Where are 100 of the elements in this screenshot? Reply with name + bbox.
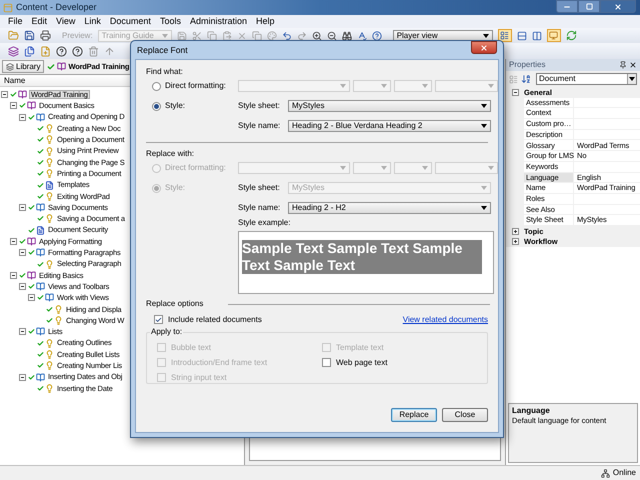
- stack-icon: [6, 62, 14, 70]
- caret-icon: [481, 104, 487, 108]
- collapse-icon[interactable]: [19, 114, 26, 121]
- style-name-dropdown[interactable]: Heading 2 - H2: [288, 202, 491, 214]
- view-button[interactable]: [498, 29, 512, 42]
- close-button[interactable]: [600, 0, 636, 13]
- sort-icon[interactable]: [521, 74, 531, 84]
- book-icon: [36, 248, 45, 258]
- minimize-button[interactable]: [556, 0, 578, 13]
- undo-icon[interactable]: [282, 30, 292, 40]
- color-dropdown[interactable]: [435, 80, 498, 92]
- book-icon: [27, 101, 36, 110]
- checkbox-label: Include related documents: [168, 316, 262, 324]
- radio-button[interactable]: [152, 102, 161, 110]
- help-icon[interactable]: [56, 46, 67, 56]
- radio-label: Style:: [165, 184, 186, 192]
- menu-item[interactable]: Help: [256, 17, 274, 26]
- section-label: Replace options: [146, 300, 204, 308]
- collapse-icon[interactable]: [1, 91, 8, 98]
- collapse-icon[interactable]: [19, 328, 26, 336]
- close-button[interactable]: [471, 41, 497, 54]
- radio-label: Style:: [165, 102, 186, 110]
- menu-item[interactable]: Administration: [190, 17, 247, 26]
- menu-item[interactable]: Tools: [160, 17, 181, 26]
- checkbox-label: Web page text: [336, 358, 388, 366]
- palette-icon[interactable]: [266, 30, 277, 40]
- menu-item[interactable]: View: [56, 17, 76, 26]
- redo-icon[interactable]: [296, 30, 307, 40]
- close-icon: [480, 44, 488, 52]
- book-icon: [27, 237, 36, 246]
- save-icon[interactable]: [176, 30, 187, 40]
- zoom-in-icon[interactable]: [312, 30, 322, 40]
- pin-icon[interactable]: [619, 61, 627, 69]
- caret-icon: [422, 166, 428, 170]
- category-dropdown[interactable]: Document: [536, 73, 637, 85]
- help-icon[interactable]: [372, 30, 382, 40]
- collapse-icon[interactable]: [19, 204, 26, 212]
- caret-icon: [482, 34, 489, 38]
- menu-item[interactable]: Edit: [32, 17, 48, 26]
- sample-text: Sample Text Sample Text Sample Text Sample Text: [242, 240, 482, 274]
- color-dropdown[interactable]: [435, 162, 498, 174]
- topic-icon: [45, 260, 54, 269]
- style-name-dropdown[interactable]: Heading 2 - Blue Verdana Heading 2: [288, 120, 491, 132]
- checkbox[interactable]: [322, 358, 331, 367]
- panel-title: Properties: [509, 61, 546, 69]
- close-icon[interactable]: [629, 61, 637, 69]
- expand-icon[interactable]: [512, 238, 518, 246]
- topic-icon: [45, 124, 54, 134]
- connection-status: Online: [612, 469, 636, 477]
- caret-icon: [629, 77, 635, 81]
- printer-icon[interactable]: [40, 30, 51, 41]
- library-tab[interactable]: Library: [2, 60, 44, 73]
- menu-item[interactable]: Link: [84, 17, 101, 26]
- book-icon: [27, 270, 36, 280]
- rows-icon[interactable]: [516, 30, 527, 40]
- pages-icon[interactable]: [24, 46, 35, 56]
- zoom-out-icon[interactable]: [326, 30, 337, 40]
- delete-icon[interactable]: [236, 30, 247, 40]
- maximize-button[interactable]: [578, 0, 600, 13]
- radio-button[interactable]: [152, 82, 161, 90]
- collapse-icon[interactable]: [10, 272, 17, 279]
- checkbox-label: String input text: [171, 374, 227, 382]
- collapse-icon[interactable]: [512, 88, 518, 96]
- properties-button[interactable]: [546, 29, 561, 42]
- checkbox-label: Template text: [336, 344, 384, 352]
- binoculars-icon[interactable]: [342, 30, 352, 40]
- close-dialog-button[interactable]: Close: [442, 408, 488, 422]
- menu-item[interactable]: Document: [110, 17, 151, 26]
- section-label: Replace with:: [146, 150, 196, 158]
- replace-button[interactable]: Replace: [391, 408, 437, 422]
- menu-item[interactable]: File: [8, 17, 23, 26]
- topic-icon: [45, 350, 54, 359]
- columns-icon[interactable]: [532, 30, 542, 40]
- caret-icon: [422, 84, 428, 88]
- collapse-icon[interactable]: [19, 374, 26, 381]
- stack-icon[interactable]: [8, 46, 19, 56]
- scissors-icon[interactable]: [192, 30, 202, 40]
- description-title: Language: [512, 407, 551, 415]
- status-check-icon: [47, 62, 56, 70]
- field-label: Style name:: [238, 204, 282, 212]
- checkbox[interactable]: [154, 315, 163, 324]
- topic-icon: [54, 304, 63, 314]
- view-dropdown[interactable]: Player view: [392, 30, 493, 42]
- collapse-icon[interactable]: [28, 294, 35, 302]
- help-menu-icon[interactable]: [72, 46, 83, 56]
- collapse-icon[interactable]: [10, 238, 17, 245]
- refresh-icon[interactable]: [566, 30, 577, 41]
- book-icon: [36, 112, 45, 122]
- paste-icon[interactable]: [222, 30, 232, 40]
- collapse-icon[interactable]: [19, 283, 26, 290]
- collapse-icon[interactable]: [19, 249, 26, 256]
- collapse-icon[interactable]: [10, 102, 17, 110]
- spell-check-icon[interactable]: [356, 30, 367, 40]
- field-label: Style sheet:: [238, 102, 281, 110]
- view-related-link[interactable]: View related documents: [402, 316, 488, 324]
- copy-icon[interactable]: [206, 30, 217, 40]
- duplicate-icon[interactable]: [252, 30, 262, 40]
- style-sheet-dropdown[interactable]: MyStyles: [288, 100, 491, 112]
- expand-icon[interactable]: [512, 228, 518, 235]
- save-icon[interactable]: [24, 30, 35, 41]
